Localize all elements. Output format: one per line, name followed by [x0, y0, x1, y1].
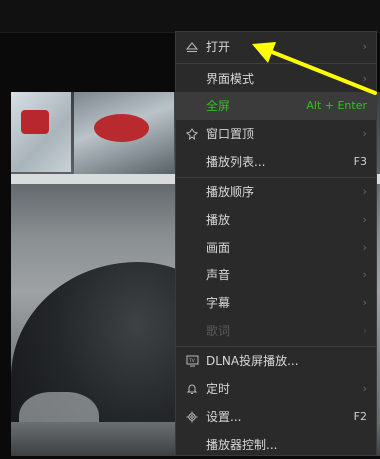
svg-text:TV: TV: [188, 358, 196, 364]
menu-item-lyrics: 歌词 ›: [176, 317, 376, 345]
chevron-right-icon: ›: [362, 268, 367, 281]
menu-item-dlna-cast[interactable]: TV DLNA投屏播放...: [176, 347, 376, 375]
chevron-right-icon: ›: [362, 382, 367, 395]
title-bar: [0, 0, 380, 33]
chevron-right-icon: ›: [362, 127, 367, 140]
menu-divider: [176, 63, 376, 64]
menu-item-subtitles[interactable]: 字幕 ›: [176, 289, 376, 317]
menu-item-playlist[interactable]: 播放列表... F3: [176, 148, 376, 176]
menu-item-interface-mode[interactable]: 界面模式 ›: [176, 65, 376, 93]
menu-item-settings[interactable]: 设置... F2: [176, 403, 376, 431]
menu-item-label: 歌词: [206, 324, 231, 338]
menu-item-label: DLNA投屏播放...: [206, 354, 299, 368]
menu-item-open[interactable]: 打开 ›: [176, 33, 376, 61]
menu-item-label: 设置...: [206, 410, 242, 424]
video-poster: [11, 92, 71, 172]
shortcut-label: F2: [353, 410, 367, 423]
menu-item-label: 字幕: [206, 296, 231, 310]
context-menu: 打开 › 界面模式 › 全屏 Alt + Enter 窗口置顶 › 播放列表..…: [175, 31, 377, 456]
menu-item-label: 界面模式: [206, 72, 255, 86]
pin-icon: [185, 120, 199, 148]
menu-item-label: 播放: [206, 213, 231, 227]
menu-item-label: 声音: [206, 268, 231, 282]
shortcut-label: F3: [353, 155, 367, 168]
menu-item-sound[interactable]: 声音 ›: [176, 261, 376, 289]
menu-item-player-control[interactable]: 播放器控制...: [176, 431, 376, 459]
tv-icon: TV: [185, 347, 199, 375]
chevron-right-icon: ›: [362, 324, 367, 337]
chevron-right-icon: ›: [362, 241, 367, 254]
chevron-right-icon: ›: [362, 296, 367, 309]
menu-item-label: 播放器控制...: [206, 438, 278, 452]
gear-icon: [185, 403, 199, 431]
chevron-right-icon: ›: [362, 185, 367, 198]
menu-item-label: 窗口置顶: [206, 127, 255, 141]
video-poster: [74, 92, 174, 180]
menu-item-label: 播放列表...: [206, 155, 266, 169]
chevron-right-icon: ›: [362, 213, 367, 226]
menu-item-timer[interactable]: 定时 ›: [176, 375, 376, 403]
menu-item-label: 打开: [206, 40, 231, 54]
menu-item-always-on-top[interactable]: 窗口置顶 ›: [176, 120, 376, 148]
menu-item-picture[interactable]: 画面 ›: [176, 234, 376, 262]
menu-item-label: 播放顺序: [206, 185, 255, 199]
chevron-right-icon: ›: [362, 72, 367, 85]
bell-icon: [185, 375, 199, 403]
menu-item-label: 画面: [206, 241, 231, 255]
menu-item-playback[interactable]: 播放 ›: [176, 206, 376, 234]
menu-item-fullscreen[interactable]: 全屏 Alt + Enter: [176, 92, 376, 120]
eject-icon: [185, 33, 199, 61]
menu-item-label: 全屏: [206, 99, 231, 113]
shortcut-label: Alt + Enter: [306, 99, 367, 112]
menu-item-label: 定时: [206, 382, 231, 396]
chevron-right-icon: ›: [362, 40, 367, 53]
menu-item-play-order[interactable]: 播放顺序 ›: [176, 178, 376, 206]
